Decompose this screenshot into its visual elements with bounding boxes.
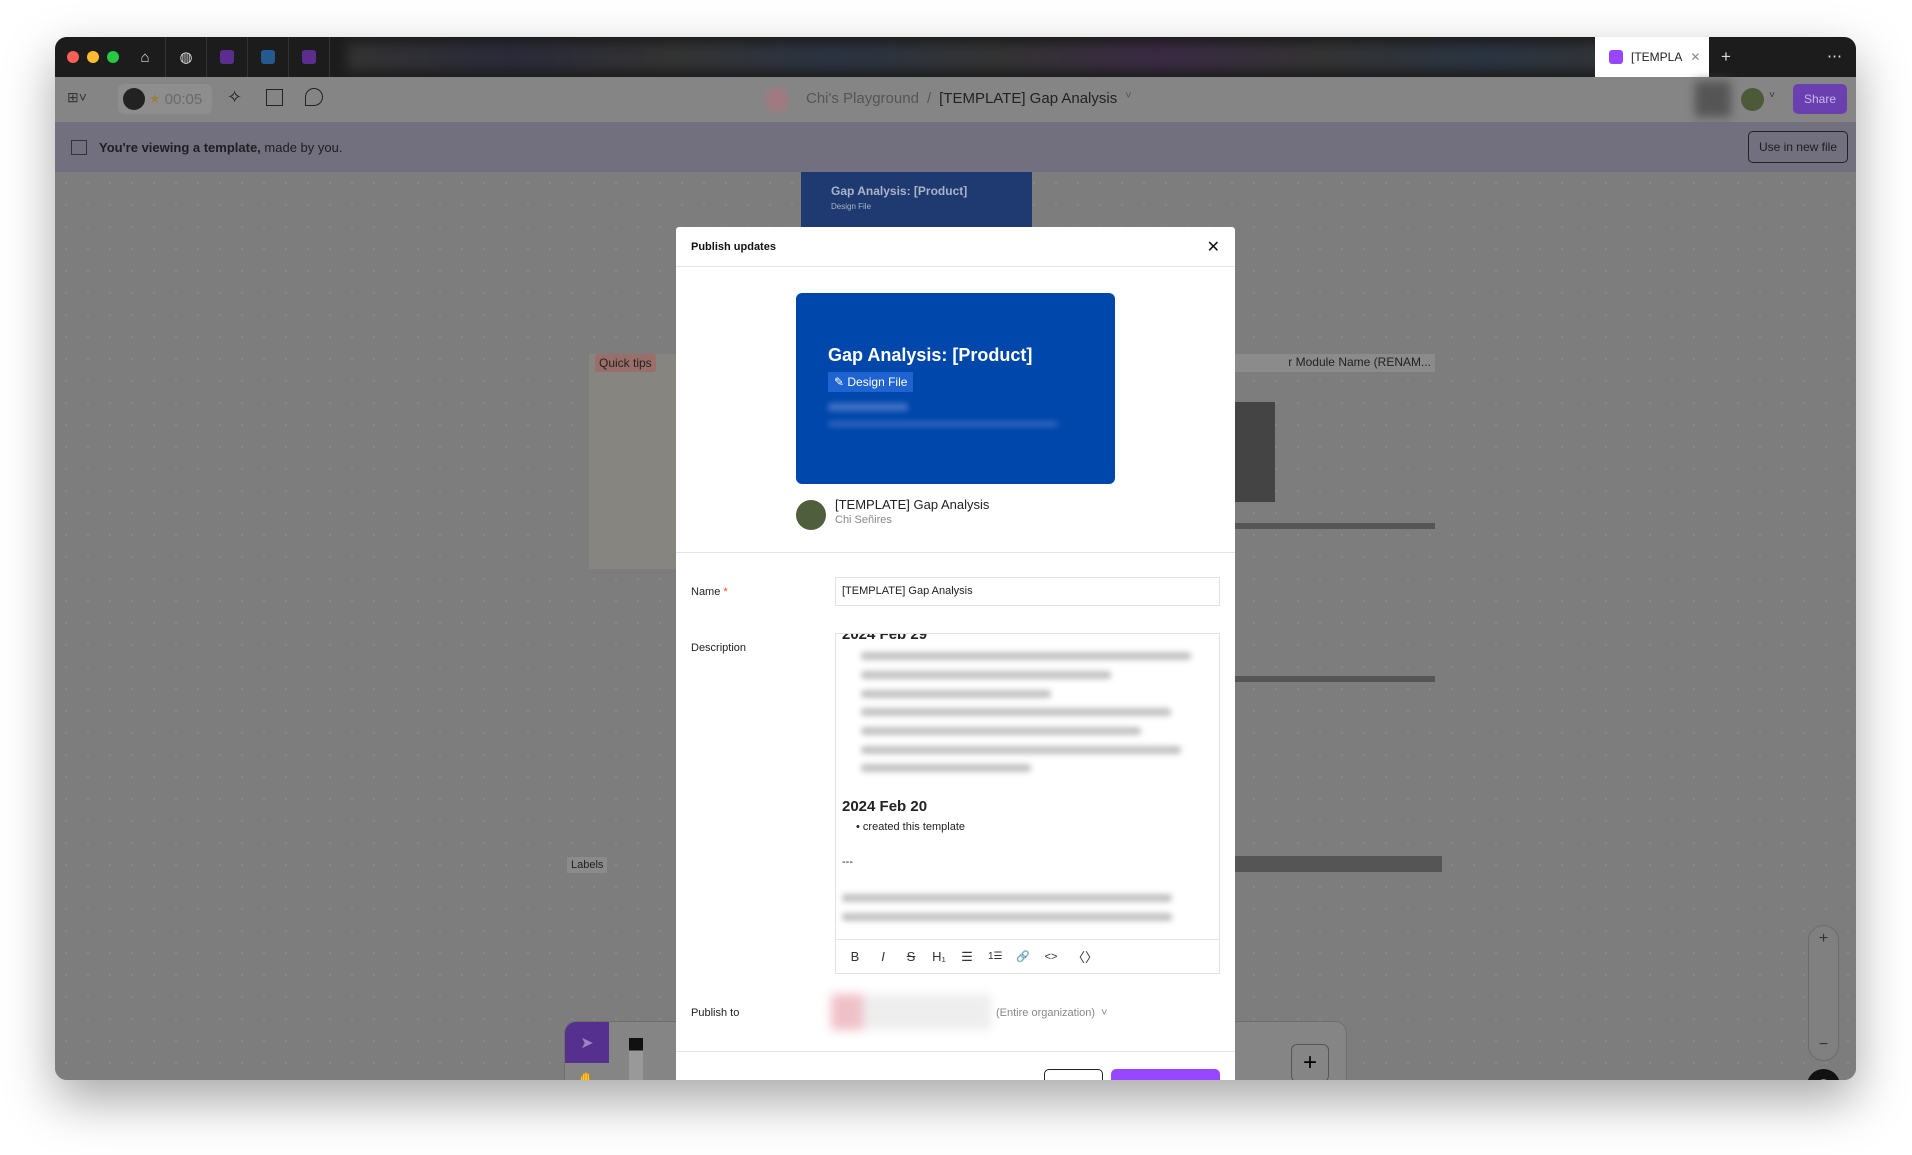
tab-active[interactable]: [TEMPLA ✕ [1595, 37, 1709, 77]
labels-section-title: Labels [567, 857, 608, 873]
blurred-tabs [347, 43, 1647, 71]
link-icon[interactable]: 🔗 [1016, 950, 1030, 963]
add-tool-button[interactable]: + [1291, 1044, 1329, 1080]
frame-tag: Design File [831, 202, 872, 211]
thumbnail-title: Gap Analysis: [Product] [828, 345, 1033, 365]
publish-scope-dropdown[interactable]: (Entire organization) ˅ [996, 1007, 1108, 1019]
module-divider [1235, 676, 1435, 682]
heading-icon[interactable]: H₁ [932, 949, 946, 964]
tab-file-3[interactable] [289, 37, 330, 77]
help-button[interactable]: ? [1807, 1069, 1840, 1080]
maximize-window-button[interactable] [107, 51, 119, 63]
minimize-window-button[interactable] [87, 51, 99, 63]
publish-button[interactable] [1111, 1069, 1220, 1080]
module-bar [1235, 856, 1442, 872]
team-avatar [765, 88, 789, 112]
name-input[interactable]: [TEMPLATE] Gap Analysis [835, 577, 1220, 606]
format-toolbar: B I S H₁ ☰ 1☰ 🔗 <> 〈〉 [836, 939, 1219, 973]
code-icon[interactable]: <> [1044, 951, 1058, 963]
new-tab-button[interactable]: + [1721, 47, 1731, 67]
chevron-down-icon[interactable]: ˅ [1769, 90, 1775, 101]
banner-text: made by you. [260, 139, 343, 155]
use-in-new-file-button[interactable]: Use in new file [1747, 131, 1848, 163]
tab-file-1[interactable] [207, 37, 248, 77]
timer-text: 00:05 [164, 90, 203, 108]
template-icon [1609, 50, 1623, 64]
file-name: [TEMPLATE] Gap Analysis [835, 497, 990, 512]
star-icon: ★ [149, 91, 161, 106]
home-icon[interactable]: ⌂ [125, 37, 166, 77]
ai-sparkle-icon[interactable]: ✧ [227, 87, 242, 108]
close-icon[interactable]: ✕ [1207, 237, 1220, 257]
dialog-title: Publish updates [691, 240, 776, 253]
tab-file-2[interactable] [248, 37, 289, 77]
template-banner: You're viewing a template, made by you. … [55, 122, 1856, 172]
more-icon[interactable]: ⋯ [1827, 47, 1842, 65]
bullet-list-icon[interactable]: ☰ [960, 949, 974, 965]
file-thumbnail: Gap Analysis: [Product] ✎ Design File [796, 293, 1115, 484]
template-icon [71, 139, 87, 155]
breadcrumb-file[interactable]: [TEMPLATE] Gap Analysis [939, 90, 1117, 107]
name-label: Name * [691, 586, 728, 598]
module-preview [1235, 402, 1275, 502]
description-bullet: • created this template [856, 821, 966, 833]
close-tab-icon[interactable]: ✕ [1690, 50, 1700, 64]
tab-bar: ⌂ ◍ [TEMPLA ✕ + ⋯ [55, 37, 1856, 77]
code-block-icon[interactable]: 〈〉 [1072, 947, 1098, 966]
author-avatar [796, 500, 826, 530]
thumbnail-tag: ✎ Design File [828, 372, 914, 392]
move-tool-icon[interactable]: ➤ [565, 1022, 609, 1063]
bold-icon[interactable]: B [848, 949, 862, 964]
comment-icon[interactable] [305, 88, 323, 106]
user-avatar[interactable] [1741, 88, 1764, 111]
breadcrumb-team[interactable]: Chi's Playground [806, 90, 919, 107]
strikethrough-icon[interactable]: S [904, 949, 918, 964]
collaborator-avatar [1695, 81, 1731, 117]
canvas[interactable]: Gap Analysis: [Product] Design File Quic… [55, 172, 1856, 1080]
layout-icon[interactable] [266, 89, 283, 106]
numbered-list-icon[interactable]: 1☰ [988, 951, 1003, 962]
timer-widget[interactable]: ★ 00:05 [118, 84, 212, 114]
tab-label: [TEMPLA [1631, 50, 1683, 64]
hand-tool-icon[interactable]: ✋ [565, 1063, 609, 1080]
avatar-icon [123, 88, 145, 110]
close-window-button[interactable] [67, 51, 79, 63]
share-button[interactable]: Share [1793, 84, 1847, 114]
breadcrumb-separator: / [926, 90, 932, 107]
toolbar: ⊞˅ ★ 00:05 ✧ Chi's Playground / [TEMPLAT… [55, 77, 1856, 122]
description-heading: 2024 Feb 20 [842, 798, 928, 815]
workspace-selector-blurred[interactable] [831, 994, 991, 1030]
main-menu-icon[interactable]: ⊞˅ [67, 89, 87, 106]
pencil-tool-icon[interactable] [629, 1038, 643, 1080]
module-divider [1235, 523, 1435, 529]
zoom-out-icon[interactable]: − [1809, 1036, 1838, 1054]
description-heading: 2024 Feb 29 [842, 634, 928, 643]
frame-title: Gap Analysis: [Product] [831, 184, 968, 198]
description-label: Description [691, 642, 747, 654]
quick-tips-section[interactable] [589, 354, 677, 569]
canvas-cover-frame[interactable]: Gap Analysis: [Product] Design File [801, 172, 1032, 232]
chevron-down-icon[interactable]: ˅ [1125, 90, 1131, 107]
module-title: r Module Name (RENAM... [1235, 354, 1435, 372]
zoom-control[interactable]: + − [1808, 925, 1839, 1061]
zoom-in-icon[interactable]: + [1809, 930, 1838, 948]
author-name: Chi Señires [835, 514, 892, 526]
globe-icon[interactable]: ◍ [166, 37, 207, 77]
description-separator: --- [842, 856, 853, 868]
italic-icon[interactable]: I [876, 949, 890, 964]
banner-bold-text: You're viewing a template, [99, 139, 261, 155]
app-window: ⌂ ◍ [TEMPLA ✕ + ⋯ ⊞˅ ★ 00:05 ✧ Chi's Pla… [55, 37, 1856, 1080]
publish-to-label: Publish to [691, 1007, 740, 1019]
quick-tips-label: Quick tips [595, 354, 656, 372]
description-editor[interactable]: 2024 Feb 29 2024 Feb 20 • created this t… [835, 633, 1220, 974]
cancel-button[interactable] [1044, 1069, 1103, 1080]
publish-dialog: Publish updates ✕ Gap Analysis: [Product… [676, 227, 1235, 1080]
